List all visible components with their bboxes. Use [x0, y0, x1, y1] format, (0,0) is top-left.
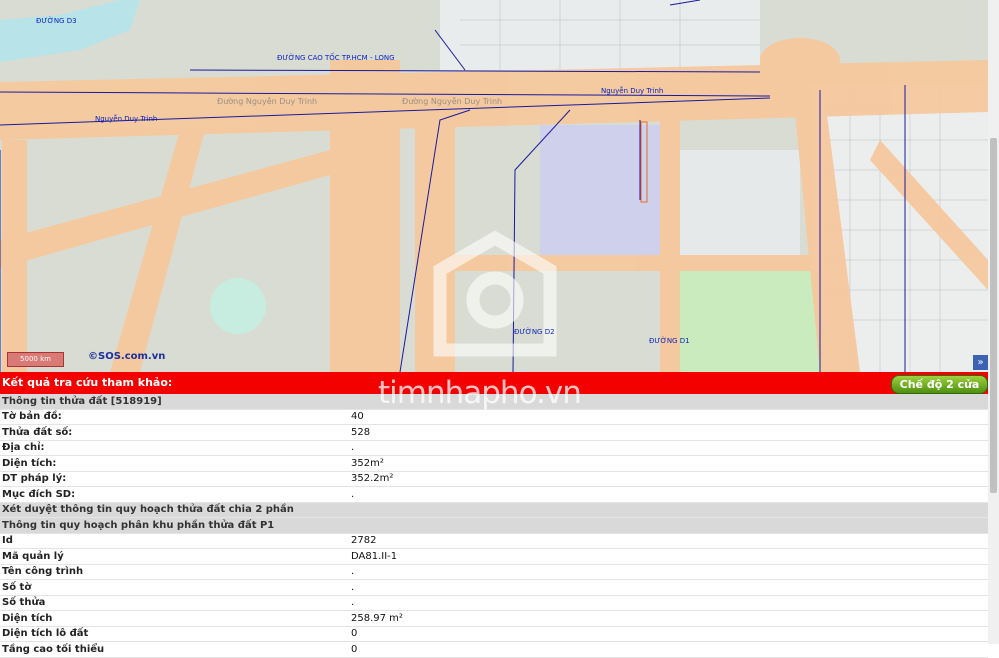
map-label-nguyen-duy-trinh-right: Nguyễn Duy Trinh: [601, 87, 664, 95]
field-label: Tờ bản đồ:: [0, 409, 346, 425]
section-header-row: Thông tin quy hoạch phân khu phần thửa đ…: [0, 517, 988, 534]
table-row: Id 2782: [0, 533, 988, 549]
section-header: Xét duyệt thông tin quy hoạch thửa đất c…: [0, 502, 988, 518]
field-label: Diện tích: [0, 610, 346, 627]
map-label-duong-d2: ĐƯỜNG D2: [514, 328, 555, 336]
site-watermark: timnhapho.vn: [378, 375, 582, 411]
field-label: Thửa đất số:: [0, 424, 346, 441]
table-row: Diện tích lô đất 0: [0, 626, 988, 642]
field-value: 352.2m²: [346, 471, 988, 487]
field-label: Số thửa: [0, 595, 346, 611]
field-value: .: [346, 564, 988, 580]
field-value: 258.97 m²: [346, 610, 988, 627]
field-label: Id: [0, 533, 346, 549]
two-window-mode-button[interactable]: Chế độ 2 cửa sổ: [891, 375, 988, 408]
field-label: DT pháp lý:: [0, 471, 346, 487]
map-label-duong-d1: ĐƯỜNG D1: [649, 337, 690, 345]
map-copyright: ©SOS.com.vn: [88, 351, 166, 362]
field-label: Địa chỉ:: [0, 440, 346, 456]
road-name-2: Đường Nguyễn Duy Trinh: [402, 97, 503, 106]
table-row: Diện tích: 352m²: [0, 455, 988, 472]
field-label: Diện tích lô đất: [0, 626, 346, 642]
table-row: Địa chỉ:.: [0, 440, 988, 456]
field-label: Diện tích:: [0, 455, 346, 472]
map-canvas[interactable]: [0, 0, 988, 372]
field-label: Mục đích SD:: [0, 486, 346, 503]
field-value: .: [346, 486, 988, 503]
field-value: 528: [346, 424, 988, 441]
field-value: .: [346, 579, 988, 596]
table-row: DT pháp lý: 352.2m²: [0, 471, 988, 487]
map-label-nguyen-duy-trinh-left: Nguyễn Duy Trinh: [95, 115, 158, 123]
scrollbar-thumb[interactable]: [990, 138, 997, 493]
planning-map[interactable]: ĐƯỜNG D3 ĐƯỜNG CAO TỐC TP.HCM - LONG Ngu…: [0, 0, 988, 372]
field-value: .: [346, 595, 988, 611]
table-row: Diện tích 258.97 m²: [0, 610, 988, 627]
parcel-info-table: Thông tin thửa đất [518919] Tờ bản đồ: 40 T…: [0, 394, 988, 658]
table-row: Số tờ.: [0, 579, 988, 596]
table-row: Tờ bản đồ: 40: [0, 409, 988, 425]
table-row: Số thửa.: [0, 595, 988, 611]
field-value: 352m²: [346, 455, 988, 472]
field-value: .: [346, 440, 988, 456]
table-row: Tên công trình.: [0, 564, 988, 580]
map-label-cao-toc: ĐƯỜNG CAO TỐC TP.HCM - LONG: [277, 54, 395, 62]
table-row: Thửa đất số: 528: [0, 424, 988, 441]
table-row: Mã quản lý DA81.II-1: [0, 548, 988, 565]
map-scale: 5000 km: [7, 352, 64, 367]
expand-map-button[interactable]: »: [973, 355, 988, 370]
section-header-row: Xét duyệt thông tin quy hoạch thửa đất c…: [0, 502, 988, 518]
field-value: 0: [346, 626, 988, 642]
field-label: Mã quản lý: [0, 548, 346, 565]
field-label: Số tờ: [0, 579, 346, 596]
result-title: Kết quả tra cứu tham khảo:: [2, 376, 173, 389]
road-name-1: Đường Nguyễn Duy Trinh: [217, 97, 318, 106]
section-header: Thông tin quy hoạch phân khu phần thửa đ…: [0, 517, 988, 534]
map-label-duong-d3: ĐƯỜNG D3: [36, 17, 77, 25]
field-value: 2782: [346, 533, 988, 549]
table-row: Mục đích SD:.: [0, 486, 988, 503]
field-label: Tên công trình: [0, 564, 346, 580]
field-value: 40: [346, 409, 988, 425]
field-value: DA81.II-1: [346, 548, 988, 565]
